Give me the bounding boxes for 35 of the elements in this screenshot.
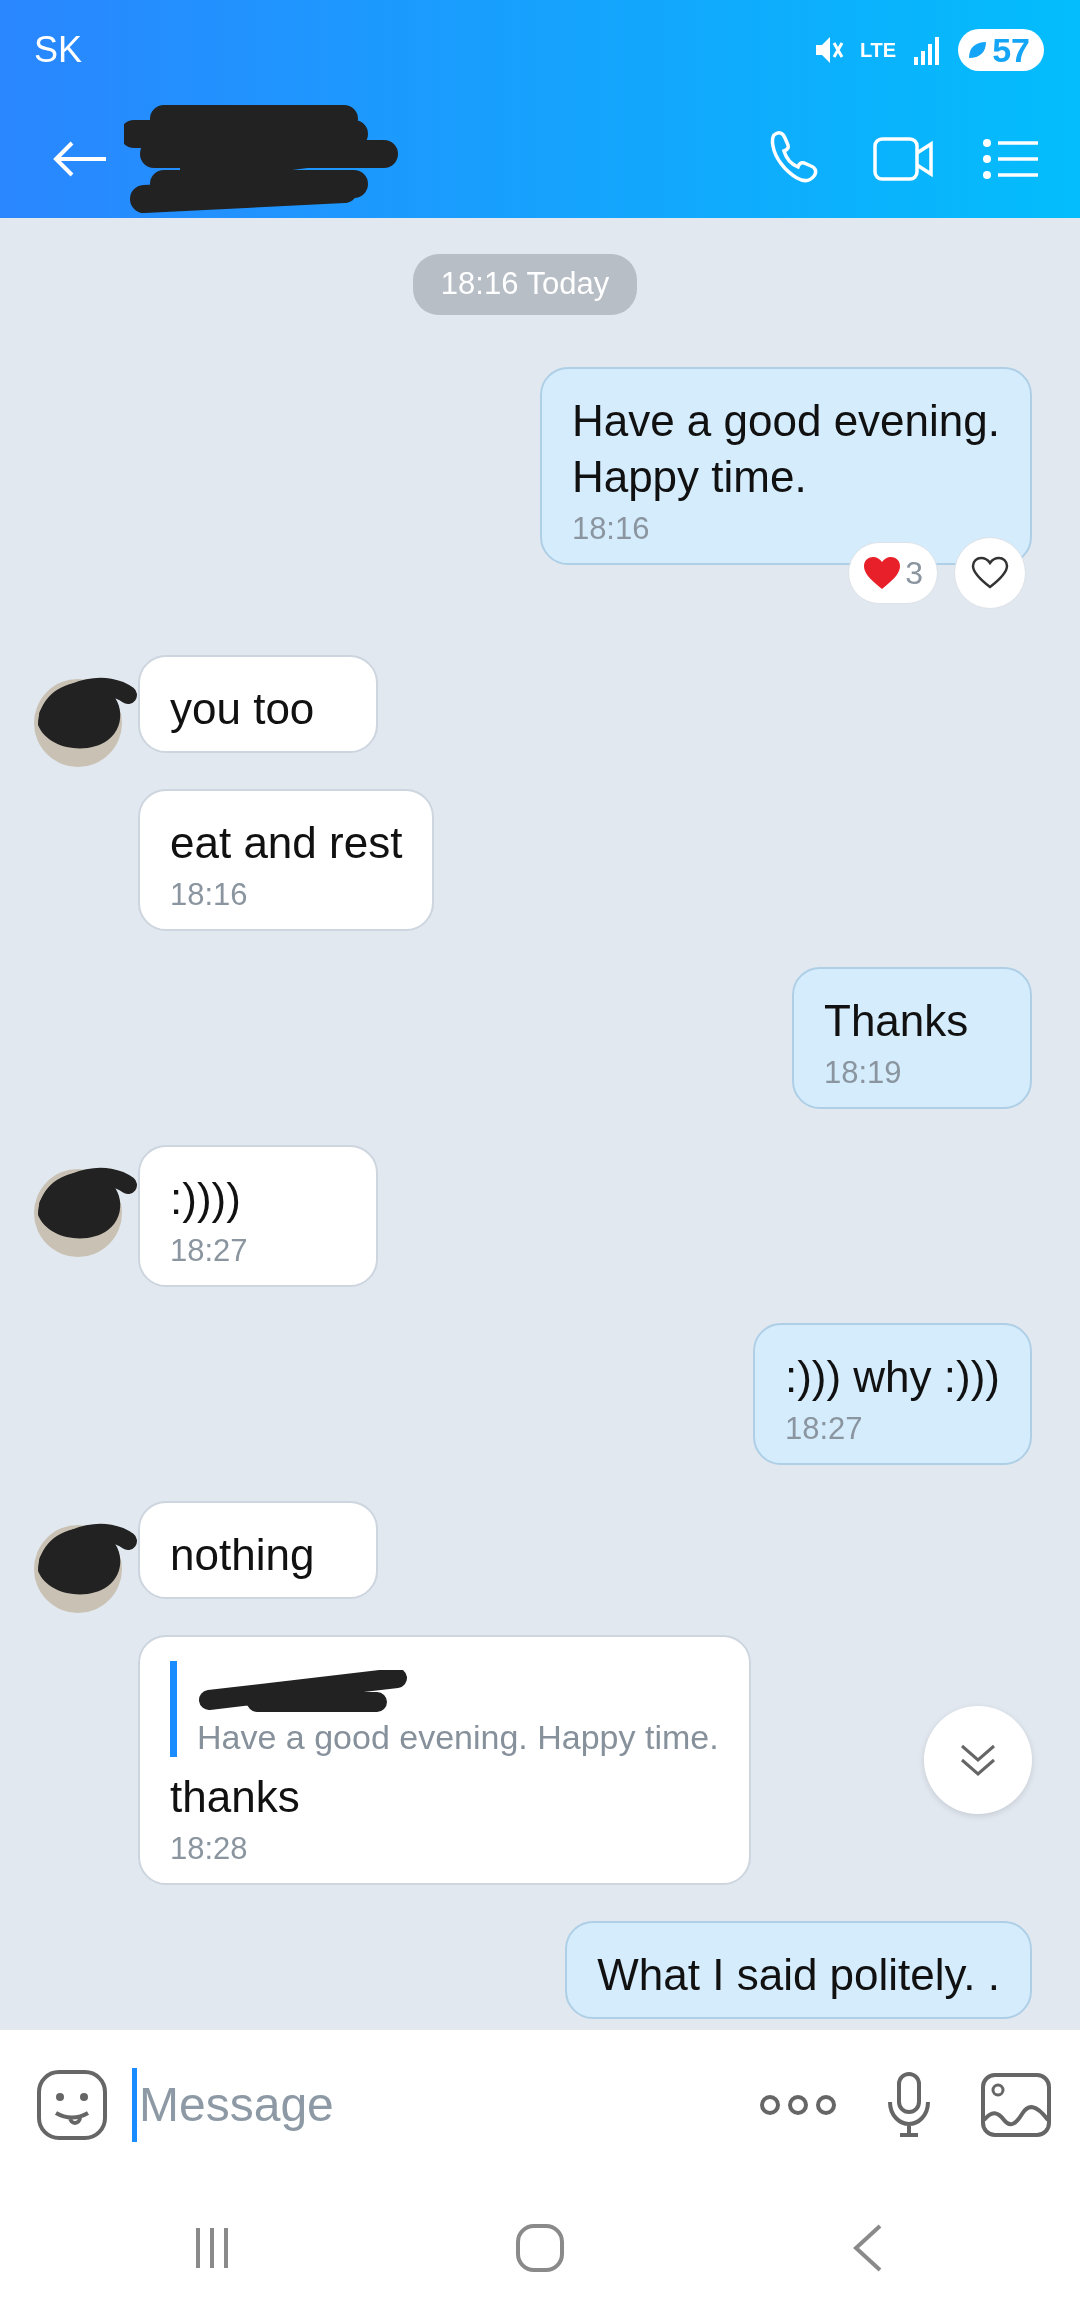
message-text: Have a good evening. Happy time. [571, 394, 1000, 503]
message-time: 18:27 [784, 1409, 864, 1448]
message-text: :))) why :))) [784, 1350, 1000, 1403]
quoted-message: Have a good evening. Happy time. [197, 1716, 719, 1757]
sticker-button[interactable] [36, 2069, 108, 2141]
message-time: 18:16 [571, 509, 651, 548]
message-text: eat and rest [170, 816, 403, 869]
message-time: 18:19 [824, 1053, 903, 1092]
message-input[interactable]: Message [132, 2068, 734, 2142]
message-text: What I said politely. . [597, 1948, 1000, 2001]
microphone-icon [886, 2072, 932, 2138]
back-icon [52, 141, 108, 177]
message-text: thanks [170, 1770, 301, 1823]
image-button[interactable] [980, 2072, 1052, 2138]
heart-icon [863, 555, 902, 590]
smiley-face-icon [36, 2069, 108, 2141]
battery-indicator: 57 [958, 29, 1044, 71]
heart-icon [971, 555, 1009, 590]
microphone-button[interactable] [886, 2072, 932, 2138]
message-text: you too [170, 682, 316, 735]
reaction-count: 3 [848, 541, 938, 604]
message-time: 18:28 [170, 1829, 249, 1868]
date-divider: 18:16 Today [412, 254, 638, 315]
network-text: LTE [859, 40, 897, 60]
message-text: nothing [170, 1528, 316, 1581]
carrier-text: SK [34, 28, 83, 72]
back-button[interactable] [52, 141, 108, 177]
message-time: 18:27 [170, 1231, 249, 1270]
message-text: Thanks [824, 994, 970, 1047]
more-dots-icon [758, 2093, 838, 2118]
leaf-icon [966, 39, 989, 61]
message-text: :)))) [170, 1172, 242, 1225]
message-time: 18:16 [170, 875, 249, 914]
image-icon [980, 2072, 1052, 2138]
more-button[interactable] [758, 2092, 838, 2118]
